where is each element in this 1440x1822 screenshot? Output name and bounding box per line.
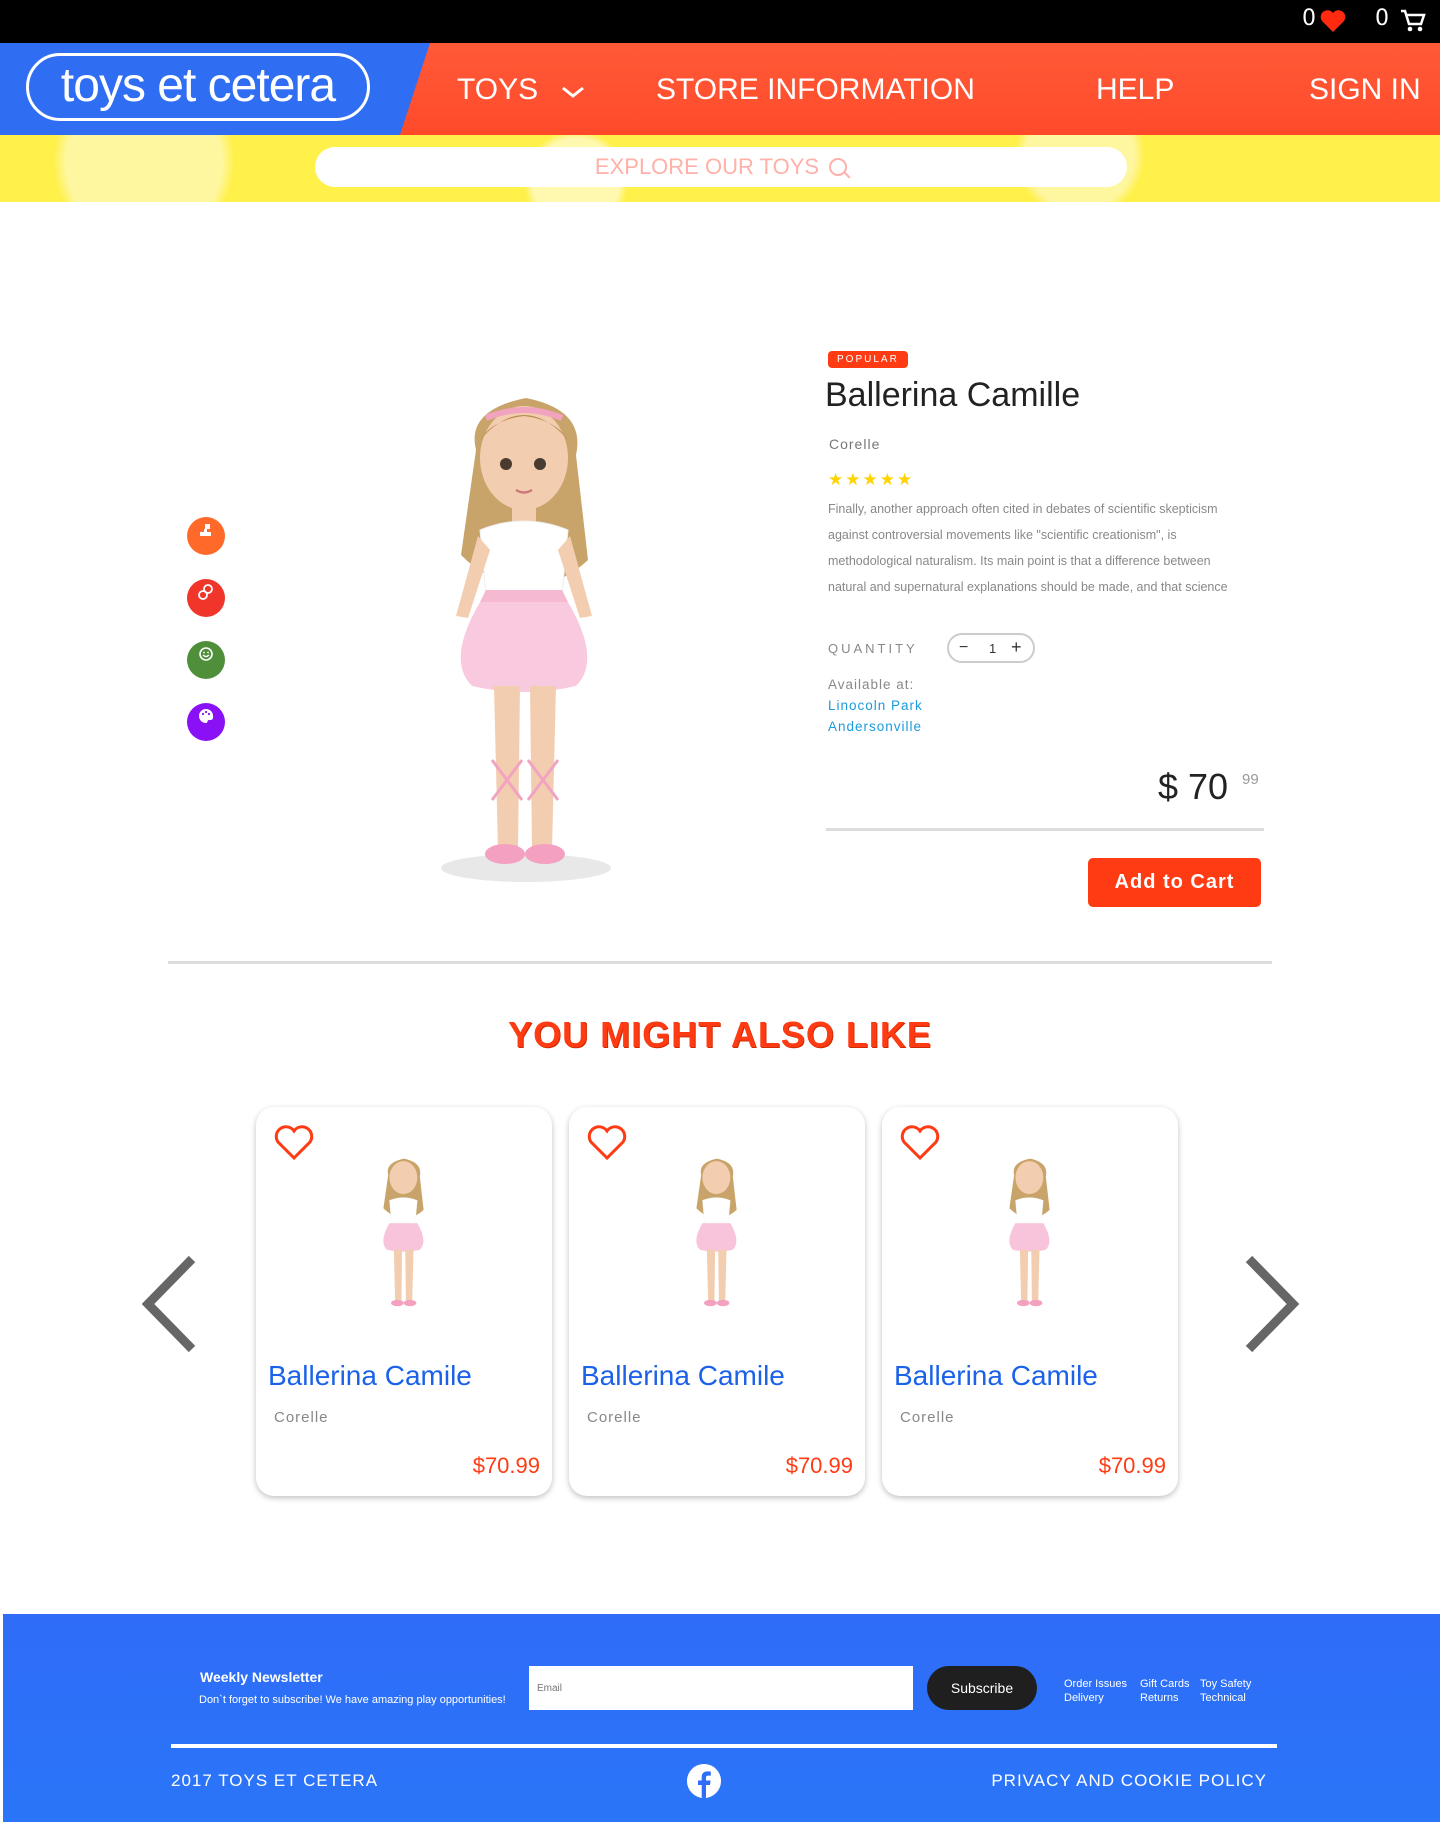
chevron-down-icon [562,86,585,98]
email-field[interactable] [529,1666,913,1710]
favorite-heart-icon[interactable] [274,1125,314,1161]
wishlist-count: 0 [1302,6,1316,31]
footer-links-col: Toy Safety Technical [1200,1677,1251,1705]
product-card[interactable]: Ballerina Camile Corelle $70.99 [256,1107,552,1496]
top-bar: 0 0 [0,0,1440,43]
related-heading: YOU MIGHT ALSO LIKE [508,1014,932,1055]
footer: Weekly Newsletter Don`t forget to subscr… [3,1614,1440,1822]
copyright: 2017 TOYS ET CETERA [171,1771,379,1790]
footer-link[interactable]: Toy Safety [1200,1677,1251,1691]
quantity-decrease-button[interactable]: − [959,639,968,657]
product-description: Finally, another approach often cited in… [828,502,1228,594]
puzzle-category-button[interactable] [187,517,225,555]
search-input[interactable]: EXPLORE OUR TOYS [315,147,1127,187]
card-title[interactable]: Ballerina Camile [268,1360,472,1392]
card-brand: Corelle [587,1409,642,1426]
facebook-icon[interactable] [687,1764,721,1798]
nav-toys-label: TOYS [457,73,539,106]
favorite-heart-icon[interactable] [587,1125,627,1161]
main-nav: toys et cetera TOYS STORE INFORMATION HE… [0,43,1440,135]
card-brand: Corelle [900,1409,955,1426]
product-brand: Corelle [829,436,881,452]
card-price: $70.99 [472,1453,540,1478]
footer-links-col: Order Issues Delivery [1064,1677,1127,1705]
divider [826,828,1264,831]
footer-links-col: Gift Cards Returns [1140,1677,1190,1705]
newsletter-subtitle: Don`t forget to subscribe! We have amazi… [199,1694,506,1706]
product-price: $ 70 [1158,766,1229,807]
footer-link[interactable]: Delivery [1064,1691,1127,1705]
craft-category-button[interactable] [187,579,225,617]
craft-icon [198,584,213,600]
search-band: EXPLORE OUR TOYS [0,135,1440,202]
footer-link[interactable]: Technical [1200,1691,1251,1705]
available-label: Available at: [828,677,915,692]
heart-icon[interactable] [1320,10,1346,33]
product-rating: ★★★★★ [828,470,915,489]
quantity-label: QUANTITY [828,641,918,656]
add-to-cart-button[interactable]: Add to Cart [1088,858,1261,907]
popular-badge: POPULAR [828,351,908,368]
product-thumbnail [383,1158,424,1307]
footer-divider [171,1744,1277,1748]
card-price: $70.99 [1098,1453,1166,1478]
newsletter-title: Weekly Newsletter [200,1669,323,1685]
section-divider [168,961,1272,964]
card-title[interactable]: Ballerina Camile [894,1360,1098,1392]
quantity-stepper: − 1 + [947,633,1035,663]
footer-link[interactable]: Gift Cards [1140,1677,1190,1691]
store-location-link[interactable]: Linocoln Park [828,698,923,713]
product-thumbnail [1009,1158,1050,1307]
nav-toys[interactable]: TOYS [457,73,586,107]
footer-link[interactable]: Order Issues [1064,1677,1127,1691]
privacy-policy-link[interactable]: PRIVACY AND COOKIE POLICY [991,1771,1267,1791]
palette-category-button[interactable] [187,703,225,741]
subscribe-button[interactable]: Subscribe [927,1666,1037,1710]
product-price-cents: 99 [1242,771,1259,788]
product-thumbnail [696,1158,737,1307]
quantity-increase-button[interactable]: + [1011,637,1022,658]
search-icon [829,157,848,176]
quantity-value[interactable]: 1 [989,641,996,656]
footer-link[interactable]: Returns [1140,1691,1190,1705]
nav-help[interactable]: HELP [1096,73,1174,107]
product-title: Ballerina Camille [825,376,1081,414]
carousel-next-arrow-icon[interactable] [1241,1255,1303,1353]
favorite-heart-icon[interactable] [900,1125,940,1161]
card-title[interactable]: Ballerina Camile [581,1360,785,1392]
card-price: $70.99 [785,1453,853,1478]
logo[interactable]: toys et cetera [26,53,370,121]
nav-sign-in[interactable]: SIGN IN [1309,73,1421,107]
product-card[interactable]: Ballerina Camile Corelle $70.99 [569,1107,865,1496]
cart-icon[interactable] [1400,9,1426,33]
product-card[interactable]: Ballerina Camile Corelle $70.99 [882,1107,1178,1496]
carousel-prev-arrow-icon[interactable] [138,1255,200,1353]
search-placeholder: EXPLORE OUR TOYS [594,154,820,179]
product-image [441,398,611,882]
cart-count: 0 [1375,6,1389,31]
card-brand: Corelle [274,1409,329,1426]
smile-icon [199,647,213,661]
store-location-link[interactable]: Andersonville [828,719,922,734]
nav-store-information[interactable]: STORE INFORMATION [656,73,975,107]
palette-icon [199,709,214,723]
puzzle-icon [200,524,211,536]
smile-category-button[interactable] [187,641,225,679]
